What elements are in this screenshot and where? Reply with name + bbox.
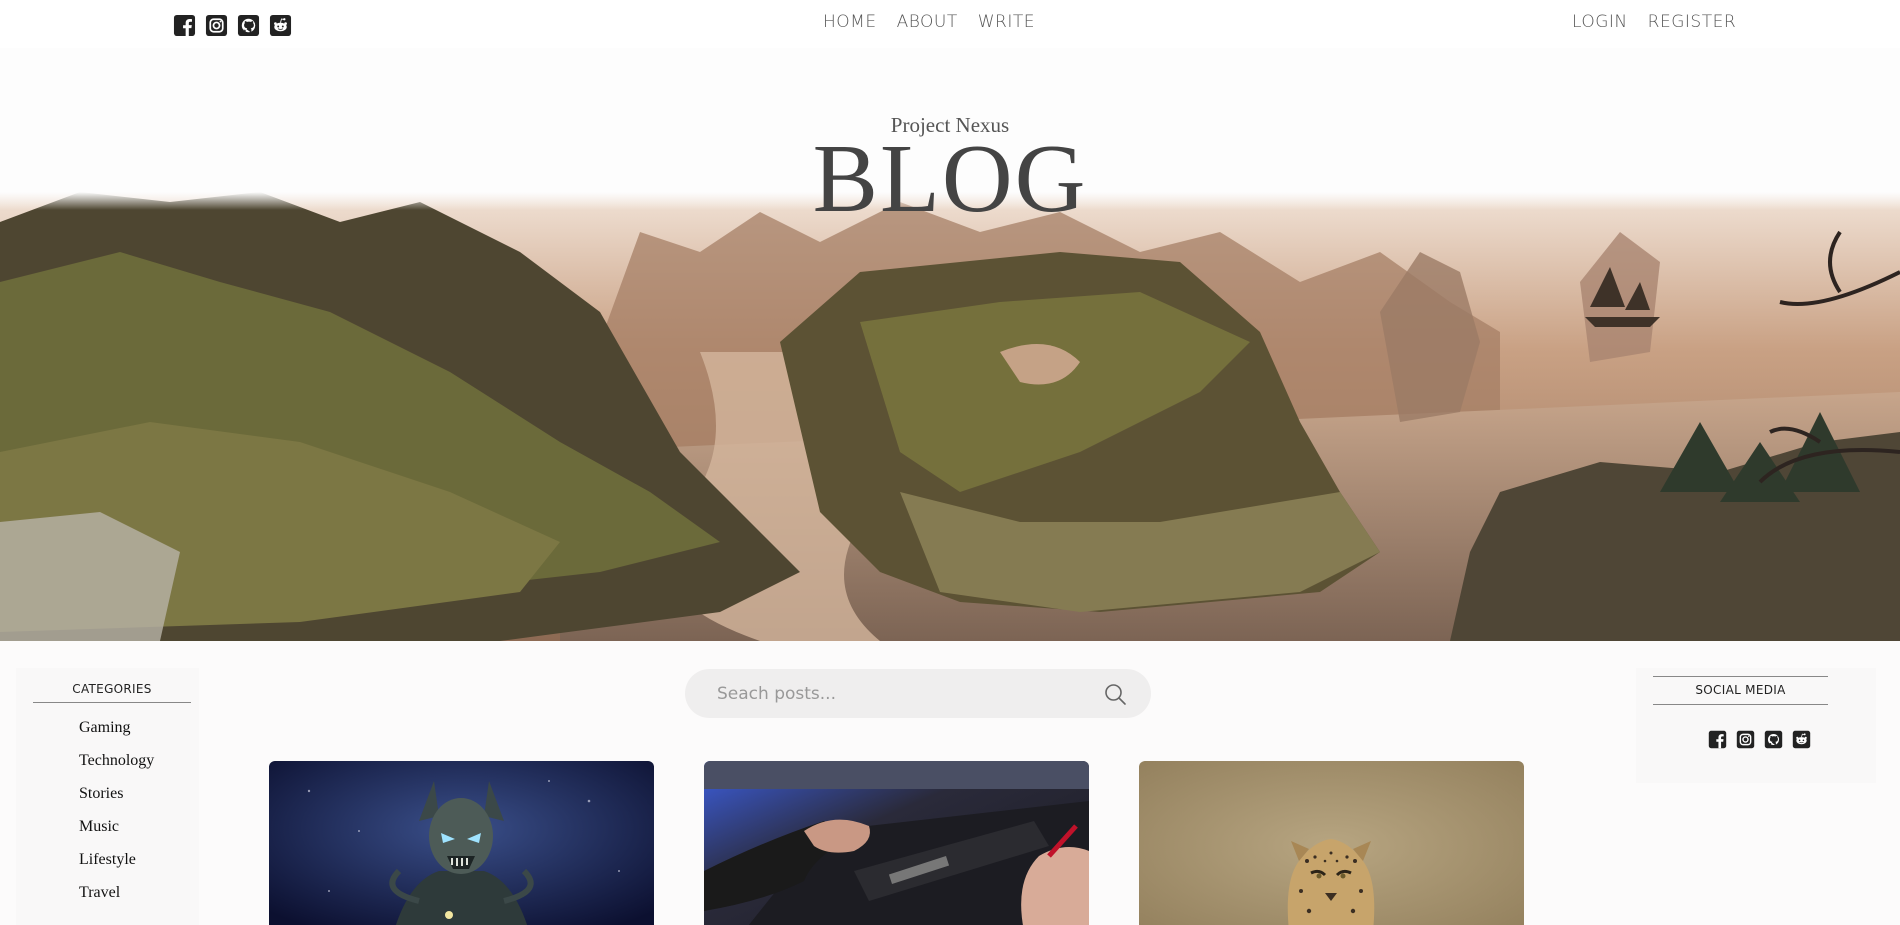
github-icon[interactable] (1764, 730, 1783, 749)
post-image-demon-warrior (269, 761, 654, 925)
post-image-leopard (1139, 761, 1524, 925)
reddit-icon[interactable] (269, 14, 292, 37)
categories-panel: CATEGORIES Gaming Technology Stories Mus… (16, 668, 199, 925)
sidebar-social-links (1708, 730, 1811, 749)
category-technology[interactable]: Technology (79, 751, 154, 784)
category-lifestyle[interactable]: Lifestyle (79, 850, 154, 883)
categories-header: CATEGORIES (33, 682, 191, 703)
register-link[interactable]: REGISTER (1648, 12, 1736, 32)
social-media-panel: SOCIAL MEDIA (1636, 668, 1876, 783)
nav-home-link[interactable]: HOME (823, 12, 877, 32)
category-travel[interactable]: Travel (79, 883, 154, 916)
nav-about-link[interactable]: ABOUT (897, 12, 958, 32)
header-social-links (173, 14, 292, 37)
top-navbar: HOME ABOUT WRITE LOGIN REGISTER (0, 0, 1900, 48)
category-music[interactable]: Music (79, 817, 154, 850)
categories-list: Gaming Technology Stories Music Lifestyl… (79, 718, 154, 916)
reddit-icon[interactable] (1792, 730, 1811, 749)
post-card-graphics-card[interactable] (704, 761, 1089, 925)
post-card-leopard[interactable] (1139, 761, 1524, 925)
search-icon[interactable] (1103, 682, 1127, 706)
search-input[interactable] (717, 681, 1077, 707)
github-icon[interactable] (237, 14, 260, 37)
post-card-demon-warrior[interactable] (269, 761, 654, 925)
blog-title: BLOG (812, 125, 1088, 233)
instagram-icon[interactable] (1736, 730, 1755, 749)
category-gaming[interactable]: Gaming (79, 718, 154, 751)
facebook-icon[interactable] (1708, 730, 1727, 749)
login-link[interactable]: LOGIN (1572, 12, 1628, 32)
search-bar (685, 669, 1151, 718)
category-stories[interactable]: Stories (79, 784, 154, 817)
social-media-header: SOCIAL MEDIA (1653, 676, 1828, 705)
main-nav: HOME ABOUT WRITE (823, 12, 1035, 32)
auth-nav: LOGIN REGISTER (1572, 12, 1736, 32)
instagram-icon[interactable] (205, 14, 228, 37)
categories-title: CATEGORIES (72, 682, 152, 696)
facebook-icon[interactable] (173, 14, 196, 37)
post-image-graphics-card (704, 761, 1089, 925)
hero-banner-image (0, 192, 1900, 641)
nav-write-link[interactable]: WRITE (978, 12, 1035, 32)
social-media-title: SOCIAL MEDIA (1695, 683, 1786, 697)
